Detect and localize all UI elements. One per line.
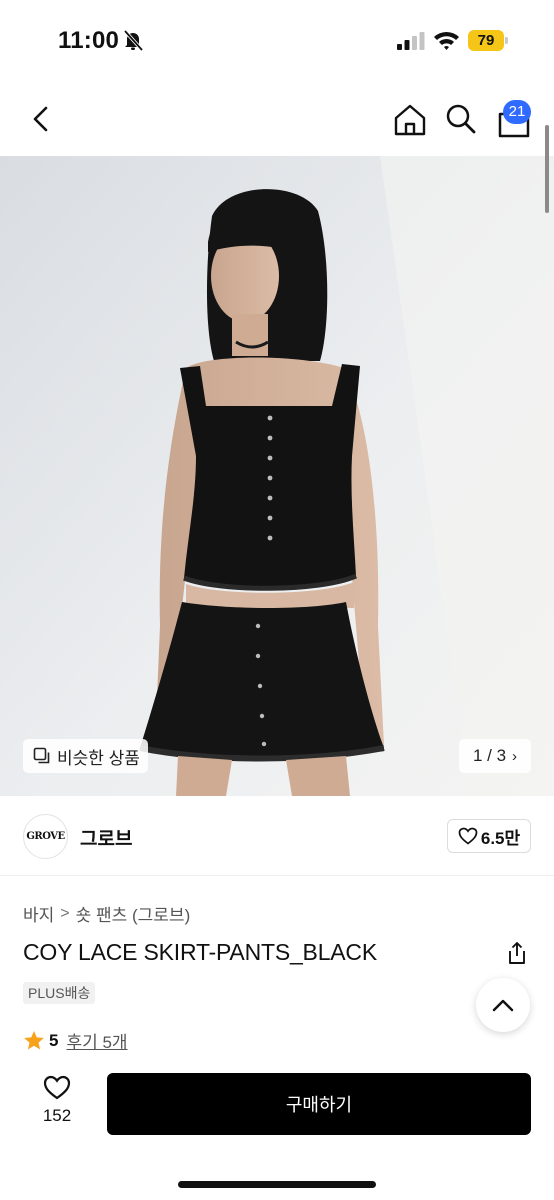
- heart-icon: [43, 1075, 71, 1100]
- wishlist-count: 152: [42, 1106, 72, 1125]
- chevron-right-icon: ›: [512, 747, 518, 765]
- image-page-counter[interactable]: 1 / 3 ›: [459, 739, 531, 773]
- buy-button[interactable]: 구매하기: [107, 1073, 531, 1135]
- rating-row: 5 후기 5개: [23, 1028, 128, 1053]
- battery-level: 79: [468, 30, 504, 51]
- review-count-link[interactable]: 후기 5개: [66, 1028, 127, 1053]
- wishlist-button[interactable]: 152: [30, 1075, 84, 1135]
- home-indicator[interactable]: [178, 1181, 376, 1188]
- breadcrumb-category[interactable]: 바지: [23, 901, 54, 926]
- status-time: 11:00: [58, 27, 120, 54]
- brand-like-count: 6.5만: [480, 828, 521, 848]
- cart-count-badge: 21: [503, 100, 531, 124]
- status-bar: 11:00 79: [0, 0, 554, 84]
- star-icon: [24, 1031, 44, 1050]
- brand-name[interactable]: 그로브: [80, 824, 132, 851]
- scroll-to-top-button[interactable]: [476, 978, 530, 1032]
- heart-icon: [458, 827, 478, 845]
- home-icon[interactable]: [392, 102, 428, 138]
- wifi-icon: [434, 31, 459, 50]
- signal-icon: [397, 32, 425, 50]
- chevron-right-icon: >: [60, 904, 70, 922]
- page-counter-text: 1 / 3: [472, 746, 507, 765]
- brand-row: GROVE 그로브 6.5만: [0, 796, 554, 876]
- product-image[interactable]: [0, 156, 554, 796]
- search-icon[interactable]: [444, 102, 478, 136]
- brand-logo[interactable]: GROVE: [23, 814, 68, 859]
- copy-icon: [33, 747, 50, 764]
- bottom-action-bar: 152 구매하기: [0, 1062, 554, 1200]
- rating-value: 5: [49, 1030, 59, 1050]
- breadcrumb-subcategory[interactable]: 숏 팬츠 (그로브): [76, 901, 191, 926]
- share-icon[interactable]: [505, 940, 529, 966]
- chevron-up-icon: [492, 999, 514, 1012]
- brand-like-button[interactable]: 6.5만: [447, 819, 531, 853]
- breadcrumb: 바지 > 숏 팬츠 (그로브): [23, 901, 190, 926]
- scrollbar[interactable]: [545, 125, 549, 213]
- similar-products-label: 비슷한 상품: [57, 748, 140, 768]
- chevron-left-icon[interactable]: [24, 102, 58, 136]
- top-nav-bar: [0, 84, 554, 156]
- model-photo: [0, 156, 554, 796]
- bell-slash-icon: [123, 29, 144, 51]
- delivery-badge: PLUS배송: [23, 982, 96, 1004]
- product-title: COY LACE SKIRT-PANTS_BLACK: [23, 939, 377, 965]
- battery-icon: 79: [468, 30, 508, 51]
- similar-products-button[interactable]: 비슷한 상품: [23, 739, 148, 773]
